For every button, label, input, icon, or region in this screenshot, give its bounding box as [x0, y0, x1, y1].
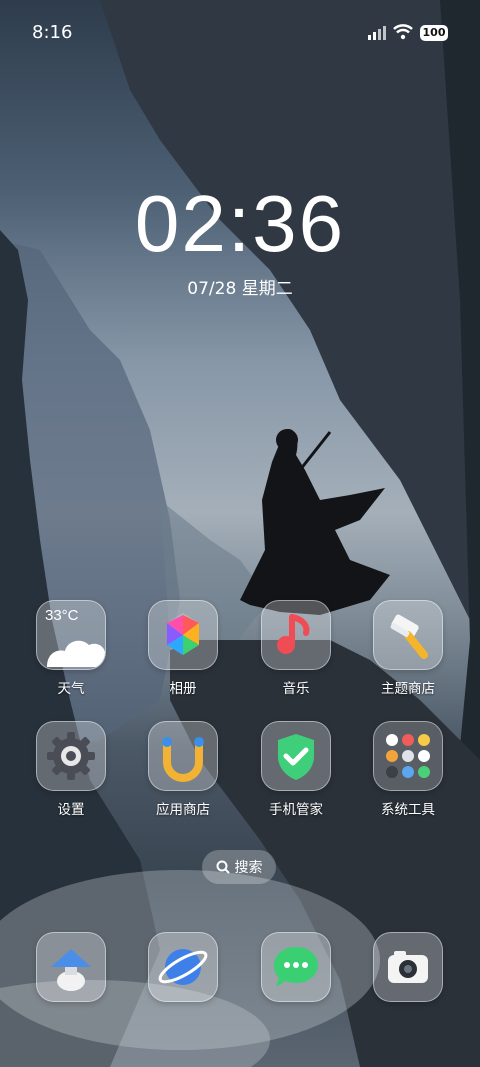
dock-messages[interactable] — [251, 932, 341, 1002]
browser-planet-icon — [158, 949, 208, 985]
search-icon — [216, 860, 230, 874]
messages-icon — [274, 947, 318, 987]
weather-icon — [47, 640, 105, 667]
app-label: 相册 — [169, 681, 197, 697]
app-label: 主题商店 — [381, 681, 435, 697]
signal-icon — [368, 26, 386, 40]
system-tools-folder-icon — [386, 734, 430, 778]
gallery-icon — [167, 613, 199, 655]
app-label: 音乐 — [282, 681, 310, 697]
app-gallery[interactable]: 相册 — [138, 600, 228, 697]
search-button[interactable]: 搜索 — [202, 850, 276, 884]
status-bar: 8:16 100 — [0, 0, 480, 66]
settings-icon — [47, 732, 95, 780]
music-icon — [277, 614, 310, 654]
app-weather[interactable]: 33°C 天气 — [26, 600, 116, 697]
app-security[interactable]: 手机管家 — [251, 721, 341, 818]
status-time: 8:16 — [32, 22, 73, 43]
search-label: 搜索 — [234, 860, 263, 876]
security-icon — [278, 734, 314, 780]
app-music[interactable]: 音乐 — [251, 600, 341, 697]
wallpaper — [0, 0, 480, 1067]
battery-icon: 100 — [420, 25, 448, 41]
app-settings[interactable]: 设置 — [26, 721, 116, 818]
dock-browser-lamp[interactable] — [26, 932, 116, 1002]
app-theme-store[interactable]: 主题商店 — [363, 600, 453, 697]
app-label: 天气 — [57, 681, 85, 697]
app-label: 设置 — [57, 802, 85, 818]
app-label: 手机管家 — [269, 802, 323, 818]
dock-camera[interactable] — [363, 932, 453, 1002]
app-store-icon — [162, 737, 204, 782]
lock-date[interactable]: 07/28 星期二 — [0, 274, 480, 299]
folder-system-tools[interactable]: 系统工具 — [363, 721, 453, 818]
theme-store-icon — [390, 614, 428, 659]
lock-clock[interactable]: 02:36 — [0, 178, 480, 270]
app-label: 系统工具 — [381, 802, 435, 818]
camera-icon — [388, 951, 428, 983]
app-label: 应用商店 — [156, 802, 210, 818]
browser-lamp-icon — [51, 949, 91, 991]
app-app-store[interactable]: 应用商店 — [138, 721, 228, 818]
wifi-icon — [393, 24, 413, 40]
dock-browser[interactable] — [138, 932, 228, 1002]
